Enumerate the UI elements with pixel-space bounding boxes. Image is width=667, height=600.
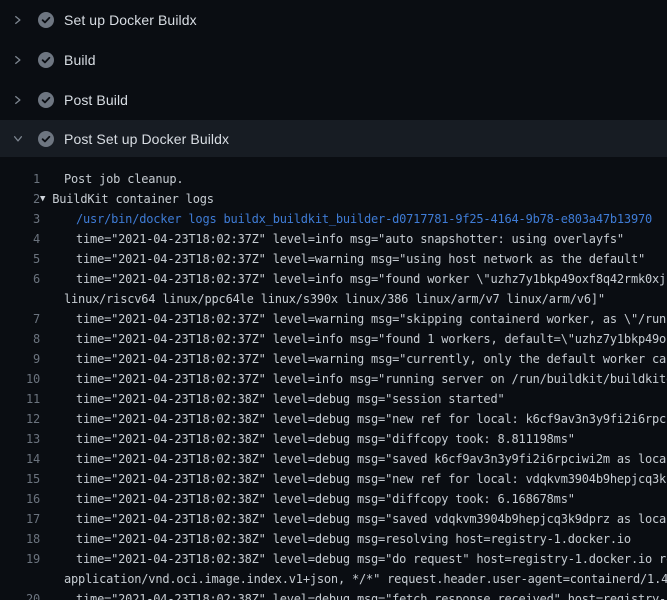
line-number[interactable]: 11 (0, 389, 40, 409)
line-number[interactable]: 5 (0, 249, 40, 269)
line-number[interactable]: 10 (0, 369, 40, 389)
log-line: 2 ▼ BuildKit container logs (0, 189, 667, 209)
log-line-text: time="2021-04-23T18:02:37Z" level=info m… (76, 229, 624, 249)
line-number[interactable]: 2 (0, 189, 40, 209)
chevron-down-icon (12, 133, 24, 145)
actions-log-viewer: Set up Docker Buildx Build P (0, 0, 667, 600)
line-number[interactable]: 13 (0, 429, 40, 449)
chevron-right-icon (12, 94, 24, 106)
log-line-text: time="2021-04-23T18:02:38Z" level=debug … (76, 409, 666, 429)
log-line: 12 time="2021-04-23T18:02:38Z" level=deb… (0, 409, 667, 429)
log-line: 13 time="2021-04-23T18:02:38Z" level=deb… (0, 429, 667, 449)
step-row-2[interactable]: Post Build (0, 80, 667, 120)
line-number[interactable]: 17 (0, 509, 40, 529)
log-line: 10 time="2021-04-23T18:02:37Z" level=inf… (0, 369, 667, 389)
line-number[interactable]: 6 (0, 269, 40, 289)
log-line-text: time="2021-04-23T18:02:37Z" level=warnin… (76, 249, 645, 269)
line-number[interactable]: 4 (0, 229, 40, 249)
log-line: 16 time="2021-04-23T18:02:38Z" level=deb… (0, 489, 667, 509)
log-line: application/vnd.oci.image.index.v1+json,… (0, 569, 667, 589)
log-line: 18 time="2021-04-23T18:02:38Z" level=deb… (0, 529, 667, 549)
line-number[interactable]: 14 (0, 449, 40, 469)
log-line: 1 Post job cleanup. (0, 169, 667, 189)
log-line-text: BuildKit container logs (52, 189, 214, 209)
log-line-text: /usr/bin/docker logs buildx_buildkit_bui… (76, 209, 652, 229)
step-label: Post Build (64, 92, 128, 108)
log-line-text: time="2021-04-23T18:02:38Z" level=debug … (76, 529, 631, 549)
line-number[interactable]: 3 (0, 209, 40, 229)
log-line: 17 time="2021-04-23T18:02:38Z" level=deb… (0, 509, 667, 529)
log-line-text: time="2021-04-23T18:02:38Z" level=debug … (76, 389, 505, 409)
chevron-right-icon (12, 54, 24, 66)
log-area: 1 Post job cleanup. 2 ▼ BuildKit containe… (0, 157, 667, 600)
log-line-text: time="2021-04-23T18:02:37Z" level=info m… (76, 369, 667, 389)
line-number[interactable]: 20 (0, 589, 40, 600)
step-label: Set up Docker Buildx (64, 12, 197, 28)
log-line-text: time="2021-04-23T18:02:37Z" level=info m… (76, 329, 666, 349)
line-number[interactable] (0, 569, 40, 589)
line-number[interactable]: 18 (0, 529, 40, 549)
log-line-text: time="2021-04-23T18:02:38Z" level=debug … (76, 429, 575, 449)
line-number[interactable]: 19 (0, 549, 40, 569)
log-line-text: time="2021-04-23T18:02:37Z" level=warnin… (76, 349, 666, 369)
log-line-text: time="2021-04-23T18:02:37Z" level=info m… (76, 269, 666, 289)
log-line-text: Post job cleanup. (64, 169, 183, 189)
success-check-icon (38, 52, 54, 68)
log-line: 6 time="2021-04-23T18:02:37Z" level=info… (0, 269, 667, 289)
group-expanded-triangle-icon[interactable]: ▼ (40, 189, 45, 209)
log-line: 8 time="2021-04-23T18:02:37Z" level=info… (0, 329, 667, 349)
log-line-text: time="2021-04-23T18:02:38Z" level=debug … (76, 589, 666, 600)
log-line-text: time="2021-04-23T18:02:38Z" level=debug … (76, 469, 666, 489)
success-check-icon (38, 92, 54, 108)
success-check-icon (38, 12, 54, 28)
log-line: linux/riscv64 linux/ppc64le linux/s390x … (0, 289, 667, 309)
log-line-text: time="2021-04-23T18:02:38Z" level=debug … (76, 549, 667, 569)
log-line: 15 time="2021-04-23T18:02:38Z" level=deb… (0, 469, 667, 489)
chevron-right-icon (12, 14, 24, 26)
step-label: Post Set up Docker Buildx (64, 131, 229, 147)
step-row-3[interactable]: Post Set up Docker Buildx (0, 120, 667, 157)
step-list: Set up Docker Buildx Build P (0, 0, 667, 157)
log-line: 3 /usr/bin/docker logs buildx_buildkit_b… (0, 209, 667, 229)
log-line: 14 time="2021-04-23T18:02:38Z" level=deb… (0, 449, 667, 469)
log-line: 20 time="2021-04-23T18:02:38Z" level=deb… (0, 589, 667, 600)
log-line: 4 time="2021-04-23T18:02:37Z" level=info… (0, 229, 667, 249)
line-number[interactable]: 1 (0, 169, 40, 189)
line-number[interactable]: 7 (0, 309, 40, 329)
line-number[interactable]: 15 (0, 469, 40, 489)
log-line: 9 time="2021-04-23T18:02:37Z" level=warn… (0, 349, 667, 369)
log-line-text: time="2021-04-23T18:02:37Z" level=warnin… (76, 309, 666, 329)
line-number[interactable]: 8 (0, 329, 40, 349)
log-line-text: time="2021-04-23T18:02:38Z" level=debug … (76, 489, 575, 509)
log-line: 11 time="2021-04-23T18:02:38Z" level=deb… (0, 389, 667, 409)
step-row-1[interactable]: Build (0, 40, 667, 80)
log-line-text: time="2021-04-23T18:02:38Z" level=debug … (76, 449, 667, 469)
log-line-text: linux/riscv64 linux/ppc64le linux/s390x … (64, 289, 605, 309)
success-check-icon (38, 131, 54, 147)
line-number[interactable]: 12 (0, 409, 40, 429)
line-number[interactable]: 9 (0, 349, 40, 369)
line-number[interactable]: 16 (0, 489, 40, 509)
log-line-text: time="2021-04-23T18:02:38Z" level=debug … (76, 509, 667, 529)
line-number[interactable] (0, 289, 40, 309)
log-line: 5 time="2021-04-23T18:02:37Z" level=warn… (0, 249, 667, 269)
log-line: 7 time="2021-04-23T18:02:37Z" level=warn… (0, 309, 667, 329)
log-line: 19 time="2021-04-23T18:02:38Z" level=deb… (0, 549, 667, 569)
log-line-text: application/vnd.oci.image.index.v1+json,… (64, 569, 667, 589)
step-row-0[interactable]: Set up Docker Buildx (0, 0, 667, 40)
step-label: Build (64, 52, 96, 68)
